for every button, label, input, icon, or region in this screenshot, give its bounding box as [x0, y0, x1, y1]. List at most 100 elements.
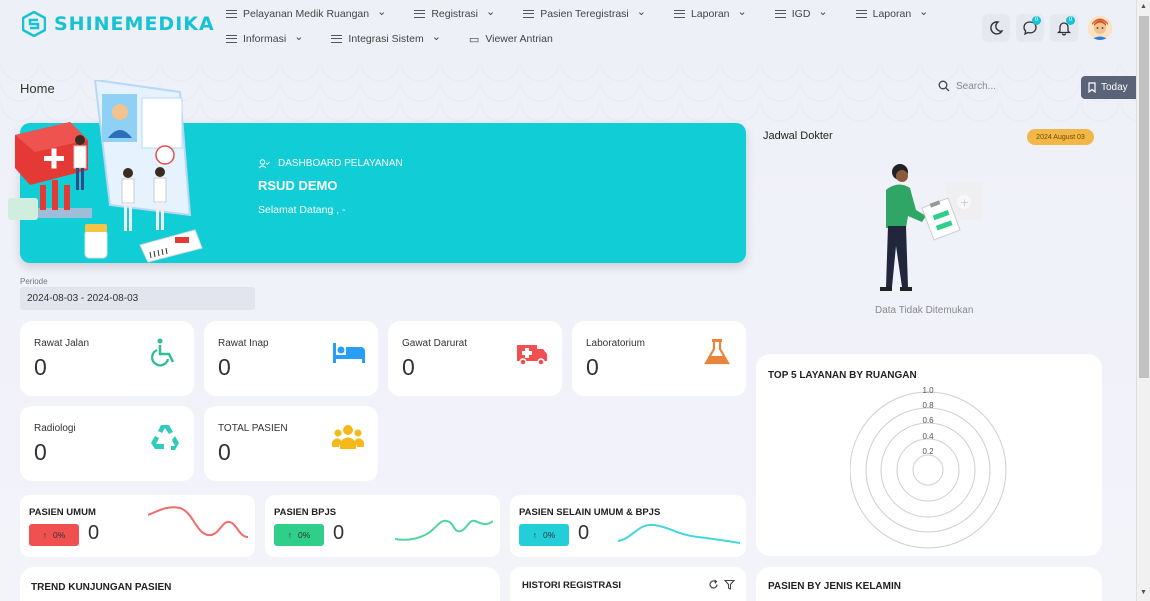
periode-date-range-input[interactable]: 2024-08-03 - 2024-08-03 — [20, 287, 255, 310]
panel-title: PASIEN BY JENIS KELAMIN — [768, 581, 901, 592]
logo[interactable]: SHINEMEDIKA — [22, 11, 215, 37]
nav-item-registrasi[interactable]: Registrasi ⌄ — [414, 6, 495, 20]
pasien-type-value: 0 — [578, 522, 590, 544]
nav-label: IGD — [791, 8, 811, 20]
pasien-type-label: PASIEN UMUM — [29, 507, 96, 518]
arrow-up-icon: ↑ — [532, 530, 537, 540]
pasien-type-label: PASIEN BPJS — [274, 507, 337, 518]
arrow-up-icon: ↑ — [42, 530, 47, 540]
histori-registrasi-panel: HISTORI REGISTRASI — [510, 567, 746, 601]
stat-card-gawat-darurat[interactable]: Gawat Darurat 0 — [388, 321, 562, 396]
menu-lines-icon — [774, 10, 786, 18]
scroll-up-arrow[interactable]: ▲ — [1140, 3, 1147, 10]
nav-row-1: Pelayanan Medik Ruangan ⌄ Registrasi ⌄ Pasie… — [226, 4, 928, 24]
stat-value: 0 — [586, 354, 599, 380]
percent-value: 0% — [542, 530, 556, 540]
chevron-down-icon: ⌄ — [737, 6, 747, 18]
search-box[interactable]: Search... — [938, 80, 996, 92]
radar-tick: 1.0 — [922, 386, 934, 395]
stat-card-rawat-inap[interactable]: Rawat Inap 0 — [204, 321, 378, 396]
menu-lines-icon — [855, 10, 867, 18]
menu-lines-icon — [331, 35, 343, 43]
stat-label: Rawat Inap — [218, 338, 269, 349]
nav-item-integrasi-sistem[interactable]: Integrasi Sistem ⌄ — [331, 31, 441, 45]
nav-label: Informasi — [243, 33, 287, 45]
menu-lines-icon — [523, 10, 535, 18]
stat-value: 0 — [34, 354, 47, 380]
nav-item-pelayanan-medik-ruangan[interactable]: Pelayanan Medik Ruangan ⌄ — [226, 6, 387, 20]
percent-value: 0% — [297, 530, 311, 540]
arrow-up-icon: ↑ — [287, 530, 292, 540]
refresh-icon[interactable] — [708, 579, 719, 590]
avatar-image — [1088, 16, 1112, 40]
scrollbar-thumb[interactable] — [1139, 16, 1149, 378]
pasien-lainnya-card[interactable]: PASIEN SELAIN UMUM & BPJS ↑ 0% 0 — [510, 495, 746, 557]
stat-value: 0 — [402, 354, 415, 380]
page: SHINEMEDIKA Pelayanan Medik Ruangan ⌄ Regi… — [0, 0, 1136, 601]
bed-icon — [333, 343, 365, 363]
nav-label: Viewer Antrian — [485, 33, 553, 45]
nav-item-informasi[interactable]: Informasi ⌄ — [226, 31, 304, 45]
empty-state-text: Data Tidak Ditemukan — [875, 305, 974, 316]
pasien-type-value: 0 — [88, 522, 100, 544]
percent-badge: ↑ 0% — [519, 524, 569, 546]
nav-item-laporan[interactable]: Laporan ⌄ — [855, 6, 928, 20]
percent-value: 0% — [52, 530, 66, 540]
wheelchair-icon — [151, 338, 175, 367]
stat-label: Radiologi — [34, 423, 76, 434]
users-icon — [332, 425, 364, 449]
notification-button[interactable]: 0 — [1050, 14, 1078, 42]
bookmark-icon — [1088, 82, 1096, 93]
search-icon — [938, 80, 950, 92]
radar-chart: 1.0 0.8 0.6 0.4 0.2 — [850, 386, 1007, 549]
chevron-down-icon: ⌄ — [377, 6, 387, 18]
flask-icon — [704, 339, 730, 365]
svg-text:+: + — [960, 196, 969, 209]
scroll-down-arrow[interactable]: ▼ — [1140, 589, 1147, 596]
user-check-icon — [258, 158, 270, 168]
main-nav: Pelayanan Medik Ruangan ⌄ Registrasi ⌄ Pasie… — [226, 4, 928, 54]
nav-label: Registrasi — [431, 8, 478, 20]
vertical-scrollbar[interactable]: ▲ ▼ — [1136, 0, 1150, 601]
nav-label: Pelayanan Medik Ruangan — [243, 8, 370, 20]
stat-value: 0 — [218, 354, 231, 380]
stat-label: Rawat Jalan — [34, 338, 90, 349]
panel-title: TOP 5 LAYANAN BY RUANGAN — [768, 370, 917, 381]
stat-card-radiologi[interactable]: Radiologi 0 — [20, 406, 194, 481]
panel-title: TREND KUNJUNGAN PASIEN — [31, 582, 172, 593]
pasien-bpjs-card[interactable]: PASIEN BPJS ↑ 0% 0 — [265, 495, 500, 557]
nav-label: Pasien Teregistrasi — [540, 8, 629, 20]
radar-tick: 0.6 — [922, 416, 934, 425]
nav-label: Laporan — [690, 8, 730, 20]
pasien-umum-card[interactable]: PASIEN UMUM ↑ 0% 0 — [20, 495, 255, 557]
user-avatar[interactable] — [1088, 16, 1112, 40]
nav-row-2: Informasi ⌄ Integrasi Sistem ⌄ ▭ Viewer Antri… — [226, 29, 926, 49]
chevron-down-icon: ⌄ — [431, 31, 441, 43]
search-input[interactable]: Search... — [956, 81, 996, 92]
nav-item-pasien-teregistrasi[interactable]: Pasien Teregistrasi ⌄ — [523, 6, 646, 20]
top5-layanan-panel: TOP 5 LAYANAN BY RUANGAN 1.0 0.8 0.6 0.4… — [756, 354, 1102, 556]
chat-button[interactable]: 0 — [1016, 14, 1044, 42]
nav-item-laporan[interactable]: Laporan ⌄ — [673, 6, 747, 20]
sparkline — [395, 519, 493, 541]
stat-card-laboratorium[interactable]: Laboratorium 0 — [572, 321, 746, 396]
nav-item-viewer-antrian[interactable]: ▭ Viewer Antrian — [469, 33, 553, 46]
filter-icon[interactable] — [724, 579, 735, 590]
stat-card-total-pasien[interactable]: TOTAL PASIEN 0 — [204, 406, 378, 481]
menu-lines-icon — [226, 35, 237, 43]
nav-item-igd[interactable]: IGD ⌄ — [774, 6, 828, 20]
hero-title: RSUD DEMO — [258, 178, 338, 193]
medical-illustration — [8, 80, 203, 263]
dark-mode-toggle[interactable] — [982, 14, 1010, 42]
today-label: Today — [1101, 82, 1128, 93]
chevron-down-icon: ⌄ — [294, 31, 304, 43]
menu-lines-icon — [673, 10, 685, 18]
stat-label: Laboratorium — [586, 338, 645, 349]
today-button[interactable]: Today — [1081, 76, 1136, 99]
header-actions: 0 0 — [982, 14, 1112, 42]
trend-kunjungan-panel: TREND KUNJUNGAN PASIEN — [20, 567, 500, 601]
stat-label: Gawat Darurat — [402, 338, 468, 349]
menu-lines-icon — [226, 10, 237, 18]
stat-card-rawat-jalan[interactable]: Rawat Jalan 0 — [20, 321, 194, 396]
hero-welcome: Selamat Datang , - — [258, 204, 346, 216]
